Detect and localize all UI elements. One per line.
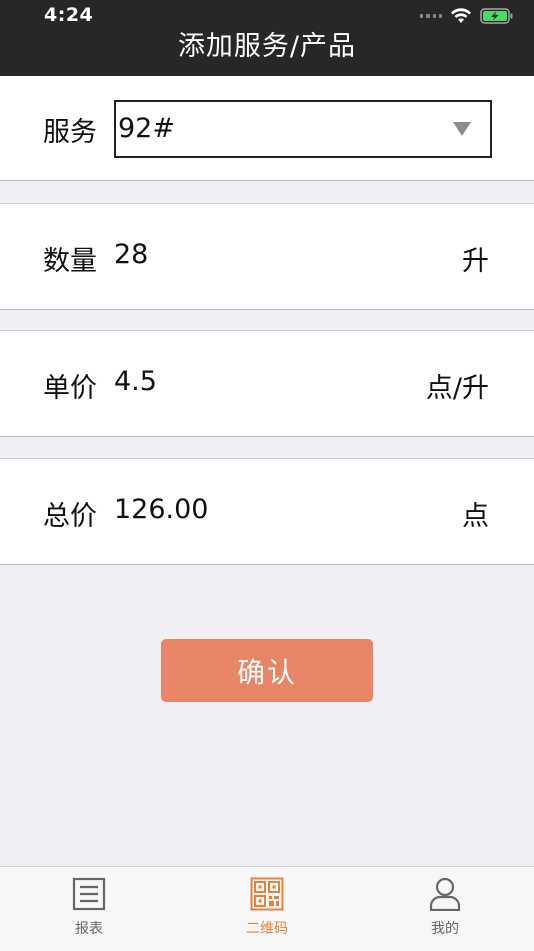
quantity-unit: 升 (462, 246, 489, 277)
wifi-icon (451, 8, 471, 23)
quantity-label: 数量 (43, 246, 97, 277)
status-time: 4:24 (44, 4, 94, 26)
qr-code-icon (250, 877, 284, 911)
confirm-button[interactable]: 确认 (161, 639, 373, 702)
tab-mine[interactable]: 我的 (356, 867, 534, 951)
cellular-signal-icon (420, 12, 442, 20)
quantity-value: 28 (114, 239, 149, 270)
page-title: 添加服务/产品 (177, 31, 357, 62)
service-select[interactable]: 92# (114, 100, 492, 158)
total-value: 126.00 (114, 494, 209, 525)
total-unit: 点 (462, 501, 489, 532)
tab-report-label: 报表 (75, 921, 103, 937)
report-list-icon (72, 877, 106, 911)
tab-bar: 报表 二维码 我的 (0, 866, 534, 951)
unit-price-label: 单价 (43, 373, 97, 404)
total-row: 总价 126.00 点 (0, 458, 534, 565)
unit-price-unit: 点/升 (425, 373, 489, 404)
tab-mine-label: 我的 (431, 921, 459, 937)
top-bar: 4:24 添加服务/产品 (0, 0, 534, 76)
user-icon (429, 877, 461, 911)
total-label: 总价 (43, 501, 97, 532)
tab-qr-code[interactable]: 二维码 (178, 867, 356, 951)
tab-report[interactable]: 报表 (0, 867, 178, 951)
battery-charging-icon (480, 8, 513, 24)
dropdown-arrow-icon (453, 122, 471, 136)
status-indicators (420, 6, 514, 26)
tab-qr-code-label: 二维码 (246, 921, 288, 937)
unit-price-value: 4.5 (114, 366, 157, 397)
service-selected-value: 92# (118, 113, 175, 144)
quantity-row: 数量 28 升 (0, 203, 534, 310)
service-label: 服务 (43, 117, 97, 148)
unit-price-row: 单价 4.5 点/升 (0, 330, 534, 437)
